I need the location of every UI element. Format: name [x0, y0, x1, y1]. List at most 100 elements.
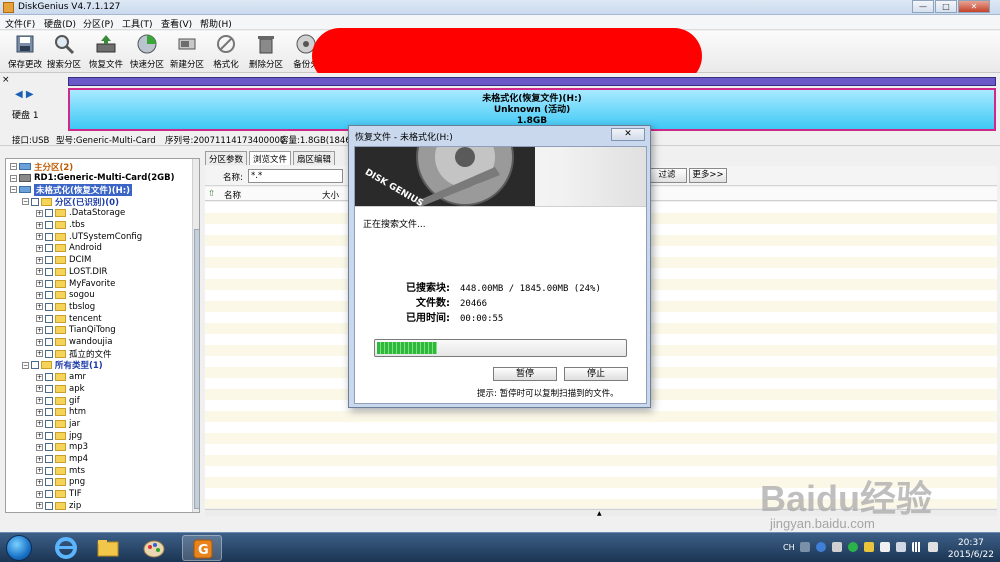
menu-help[interactable]: 帮助(H) [200, 17, 232, 30]
column-name[interactable]: 名称 [224, 189, 241, 201]
tree-item[interactable]: + 孤立的文件 [36, 348, 112, 360]
quick-partition-button[interactable]: 快速分区 [125, 33, 169, 71]
start-button[interactable] [6, 535, 32, 561]
directory-tree[interactable]: − 主分区(2) − RD1:Generic-Multi-Card(2GB) − 未格式化… [5, 158, 200, 513]
tree-checkbox[interactable] [45, 349, 53, 358]
tree-item[interactable]: − 所有类型(1) [22, 360, 103, 371]
tree-item[interactable]: + TIF [36, 489, 82, 500]
expand-toggle-icon[interactable]: + [36, 443, 43, 451]
tree-item[interactable]: + .tbs [36, 220, 85, 231]
tree-checkbox[interactable] [45, 419, 53, 428]
expand-toggle-icon[interactable]: − [10, 186, 17, 194]
tree-item[interactable]: + jpg [36, 430, 82, 441]
ie-taskbar-icon[interactable] [46, 535, 86, 561]
expand-toggle-icon[interactable]: + [36, 291, 43, 299]
expand-toggle-icon[interactable]: + [36, 373, 43, 381]
expand-toggle-icon[interactable]: + [36, 467, 43, 475]
column-size[interactable]: 大小 [322, 189, 339, 201]
expand-toggle-icon[interactable]: + [36, 315, 43, 323]
pause-button[interactable]: 暂停 [493, 367, 557, 381]
tray-app-icon[interactable] [832, 542, 842, 552]
expand-toggle-icon[interactable]: + [36, 350, 43, 358]
tree-scrollbar[interactable] [192, 159, 199, 512]
tree-checkbox[interactable] [45, 408, 53, 417]
tree-checkbox[interactable] [45, 221, 53, 229]
tree-checkbox[interactable] [45, 373, 53, 382]
tree-checkbox[interactable] [45, 501, 53, 510]
tree-checkbox[interactable] [45, 326, 53, 335]
tree-item[interactable]: + mp4 [36, 454, 88, 465]
tree-item[interactable]: − 主分区(2) [10, 161, 73, 173]
tree-item[interactable]: + wandoujia [36, 337, 112, 348]
paint-taskbar-icon[interactable] [134, 535, 174, 561]
tree-item[interactable]: + png [36, 477, 85, 488]
tree-item[interactable]: + sogou [36, 290, 95, 301]
expand-toggle-icon[interactable]: + [36, 233, 43, 241]
tree-item[interactable]: + .DataStorage [36, 208, 125, 219]
device-icon[interactable] [896, 542, 906, 552]
recover-files-button[interactable]: 恢复文件 [84, 33, 128, 71]
expand-toggle-icon[interactable]: + [36, 209, 43, 217]
expand-toggle-icon[interactable]: + [36, 385, 43, 393]
expand-toggle-icon[interactable]: + [36, 432, 43, 440]
new-partition-button[interactable]: 新建分区 [165, 33, 209, 71]
expand-toggle-icon[interactable]: + [36, 280, 43, 287]
tree-checkbox[interactable] [45, 443, 53, 452]
tree-checkbox[interactable] [45, 302, 53, 311]
expand-toggle-icon[interactable]: + [36, 502, 43, 510]
expand-toggle-icon[interactable]: + [36, 490, 43, 498]
close-panel-icon[interactable]: × [2, 75, 10, 85]
expand-toggle-icon[interactable]: + [36, 256, 43, 264]
expand-toggle-icon[interactable]: + [36, 420, 43, 428]
dialog-close-button[interactable]: ✕ [611, 128, 645, 141]
tree-checkbox[interactable] [45, 431, 53, 440]
tab-sector-edit[interactable]: 扇区编辑 [293, 151, 336, 165]
tree-item[interactable]: − 未格式化(恢复文件)(H:) [10, 183, 133, 196]
tree-checkbox[interactable] [45, 291, 53, 300]
tree-checkbox[interactable] [45, 466, 53, 475]
maximize-button[interactable]: □ [935, 0, 957, 13]
expand-toggle-icon[interactable]: + [36, 397, 43, 404]
tree-item[interactable]: + TianQiTong [36, 325, 116, 336]
tree-item[interactable]: + htm [36, 407, 86, 418]
expand-toggle-icon[interactable]: + [36, 455, 43, 463]
expand-toggle-icon[interactable]: − [10, 163, 17, 170]
tree-checkbox[interactable] [45, 490, 53, 499]
name-filter-input[interactable]: *.* [248, 169, 343, 183]
tree-item[interactable]: + zip [36, 500, 81, 511]
tree-checkbox[interactable] [45, 455, 53, 463]
expand-toggle-icon[interactable]: + [36, 408, 43, 416]
scroll-up-arrow-icon[interactable]: ▲ [597, 510, 602, 517]
tree-item[interactable]: + .UTSystemConfig [36, 231, 142, 242]
menu-disk[interactable]: 硬盘(D) [44, 17, 76, 30]
tree-item[interactable]: + mp3 [36, 442, 88, 453]
tree-checkbox[interactable] [45, 384, 53, 393]
close-button[interactable]: ✕ [958, 0, 990, 13]
expand-toggle-icon[interactable]: + [36, 268, 43, 276]
menu-file[interactable]: 文件(F) [5, 17, 35, 30]
tree-item[interactable]: − RD1:Generic-Multi-Card(2GB) [10, 173, 174, 184]
tree-item[interactable]: + tencent [36, 313, 102, 324]
tree-item[interactable]: + gif [36, 395, 80, 406]
flag-icon[interactable] [880, 542, 890, 552]
expand-toggle-icon[interactable]: − [10, 174, 17, 182]
keyboard-icon[interactable] [800, 542, 810, 552]
tree-checkbox[interactable] [45, 232, 53, 241]
tree-item[interactable]: + MyFavorite [36, 278, 115, 289]
menu-partition[interactable]: 分区(P) [83, 17, 113, 30]
help-icon[interactable] [816, 542, 826, 552]
horizontal-scrollbar[interactable]: ▲ [205, 509, 997, 517]
tab-browse-files[interactable]: 浏览文件 [249, 151, 292, 165]
tree-item[interactable]: + LOST.DIR [36, 266, 107, 277]
diskgenius-taskbar-icon[interactable]: G [182, 535, 222, 561]
tree-checkbox[interactable] [45, 244, 53, 253]
up-folder-icon[interactable]: ⇧ [208, 189, 215, 199]
stop-button[interactable]: 停止 [564, 367, 628, 381]
more-button[interactable]: 更多>> [689, 168, 727, 183]
tree-checkbox[interactable] [45, 279, 53, 288]
tree-item[interactable]: + mts [36, 465, 85, 476]
delete-partition-button[interactable]: 删除分区 [244, 33, 288, 71]
expand-toggle-icon[interactable]: + [36, 478, 43, 486]
expand-toggle-icon[interactable]: + [36, 326, 43, 334]
menu-view[interactable]: 查看(V) [161, 17, 192, 30]
